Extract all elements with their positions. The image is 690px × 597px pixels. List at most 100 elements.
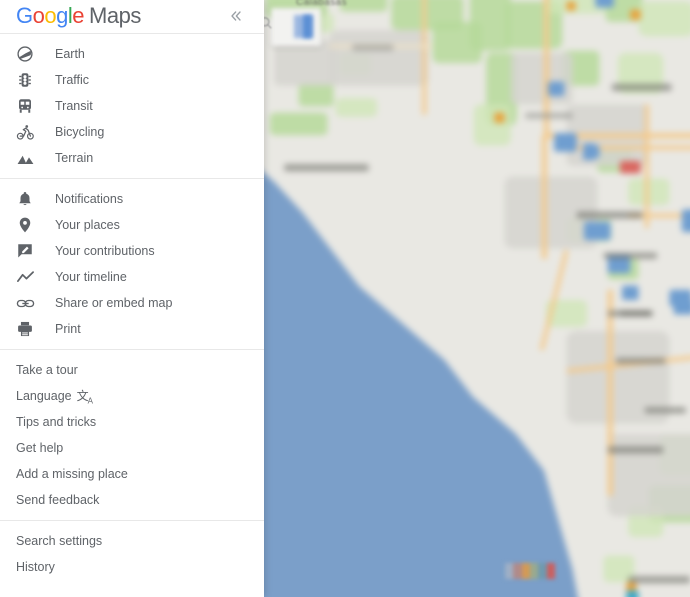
map-road xyxy=(644,104,649,228)
menu-group-layers: Earth Traffic Transit Bicycling Terrain xyxy=(0,34,264,178)
map-road xyxy=(422,0,427,115)
map-label xyxy=(620,310,651,317)
timeline-zigzag-icon xyxy=(16,266,42,288)
sidebar-item-take-a-tour[interactable]: Take a tour xyxy=(0,357,264,383)
map-poi xyxy=(620,160,641,174)
sidebar-header: Google Maps xyxy=(0,0,264,34)
sidebar-item-transit[interactable]: Transit xyxy=(0,93,264,119)
sidebar-item-print[interactable]: Print xyxy=(0,316,264,342)
contributions-pencil-icon xyxy=(16,240,42,262)
logo-letter-o2: o xyxy=(44,3,57,28)
sidebar-item-label: Get help xyxy=(16,441,64,455)
sidebar-item-your-contributions[interactable]: Your contributions xyxy=(0,238,264,264)
map-water xyxy=(622,285,639,301)
app-root: Calabasas Google Maps Earth Traffic Tran… xyxy=(0,0,690,597)
sidebar-item-label: Your contributions xyxy=(55,244,155,258)
earth-icon xyxy=(16,43,42,65)
sidebar-item-label: History xyxy=(16,560,55,574)
map-mini-widget[interactable] xyxy=(505,563,555,579)
map-water xyxy=(595,0,614,8)
map-poi xyxy=(494,112,505,123)
sidebar-item-label: Share or embed map xyxy=(55,296,173,310)
sidebar-item-label: Print xyxy=(55,322,81,336)
menu-group-help: Take a tour Language 文A Tips and tricks … xyxy=(0,350,264,520)
printer-icon xyxy=(16,318,42,340)
sidebar-item-label: Transit xyxy=(55,99,93,113)
sidebar-item-traffic[interactable]: Traffic xyxy=(0,67,264,93)
map-label xyxy=(525,112,573,119)
main-menu-sidebar: Google Maps Earth Traffic Transit Bicycl… xyxy=(0,0,264,597)
map-label xyxy=(628,576,690,584)
sidebar-item-label: Your places xyxy=(55,218,120,232)
sidebar-item-label: Search settings xyxy=(16,534,103,548)
map-label xyxy=(284,164,369,172)
sidebar-item-label: Bicycling xyxy=(55,125,105,139)
sidebar-item-bicycling[interactable]: Bicycling xyxy=(0,119,264,145)
sidebar-item-notifications[interactable]: Notifications xyxy=(0,186,264,212)
map-urban-block xyxy=(273,40,336,86)
map-park xyxy=(335,98,377,117)
bicycling-icon xyxy=(16,121,42,143)
sidebar-item-terrain[interactable]: Terrain xyxy=(0,145,264,171)
traffic-light-icon xyxy=(16,69,42,91)
map-park xyxy=(339,0,388,12)
double-chevron-left-icon xyxy=(231,11,241,21)
map-park xyxy=(298,83,334,107)
sidebar-item-label: Traffic xyxy=(55,73,90,87)
sidebar-item-send-feedback[interactable]: Send feedback xyxy=(0,487,264,513)
sidebar-item-label: Notifications xyxy=(55,192,124,206)
sidebar-item-language[interactable]: Language 文A xyxy=(0,383,264,409)
link-chain-icon xyxy=(16,292,42,314)
map-label xyxy=(603,252,658,259)
menu-group-account: Notifications Your places Your contribut… xyxy=(0,179,264,349)
sidebar-item-label: Terrain xyxy=(55,151,94,165)
transit-train-icon xyxy=(16,95,42,117)
logo-letter-g2: g xyxy=(56,3,68,28)
sidebar-item-earth[interactable]: Earth xyxy=(0,41,264,67)
sidebar-item-label: Your timeline xyxy=(55,270,127,284)
sidebar-item-history[interactable]: History xyxy=(0,554,264,580)
sidebar-item-share-or-embed-map[interactable]: Share or embed map xyxy=(0,290,264,316)
map-water xyxy=(583,221,611,241)
map-urban-block xyxy=(329,30,429,86)
logo-letter-o1: o xyxy=(32,3,45,28)
map-water xyxy=(547,81,565,97)
sidebar-item-label: Earth xyxy=(55,47,85,61)
sidebar-item-label: Language xyxy=(16,389,72,403)
logo-word-maps: Maps xyxy=(89,3,141,28)
bell-icon xyxy=(16,188,42,210)
map-label xyxy=(611,83,672,91)
logo-letter-g1: G xyxy=(16,3,33,28)
map-road xyxy=(607,289,613,496)
menu-group-settings: Search settings History xyxy=(0,521,264,587)
sidebar-item-your-timeline[interactable]: Your timeline xyxy=(0,264,264,290)
translate-icon: 文A xyxy=(76,388,93,406)
map-label xyxy=(607,446,664,454)
map-water xyxy=(673,300,690,315)
map-water xyxy=(582,143,596,154)
logo-letter-e: e xyxy=(72,3,85,28)
sidebar-item-your-places[interactable]: Your places xyxy=(0,212,264,238)
map-poi xyxy=(566,1,576,11)
sidebar-item-label: Add a missing place xyxy=(16,467,128,481)
sidebar-item-label: Send feedback xyxy=(16,493,100,507)
sidebar-item-label: Tips and tricks xyxy=(16,415,97,429)
map-park xyxy=(473,104,511,146)
map-label xyxy=(576,211,643,219)
map-park xyxy=(269,112,328,136)
collapse-menu-button[interactable] xyxy=(225,5,247,27)
map-label xyxy=(352,44,394,51)
map-label xyxy=(644,407,686,414)
google-maps-logo[interactable]: Google Maps xyxy=(16,4,141,28)
map-poi xyxy=(626,590,639,597)
map-label xyxy=(615,357,666,364)
map-road xyxy=(541,135,547,259)
map-poi xyxy=(630,9,641,20)
sidebar-item-add-a-missing-place[interactable]: Add a missing place xyxy=(0,461,264,487)
sidebar-item-search-settings[interactable]: Search settings xyxy=(0,528,264,554)
search-result-thumbnail-inner xyxy=(303,15,312,38)
map-water xyxy=(681,209,690,233)
sidebar-item-tips-and-tricks[interactable]: Tips and tricks xyxy=(0,409,264,435)
map-park xyxy=(638,1,690,37)
sidebar-item-get-help[interactable]: Get help xyxy=(0,435,264,461)
